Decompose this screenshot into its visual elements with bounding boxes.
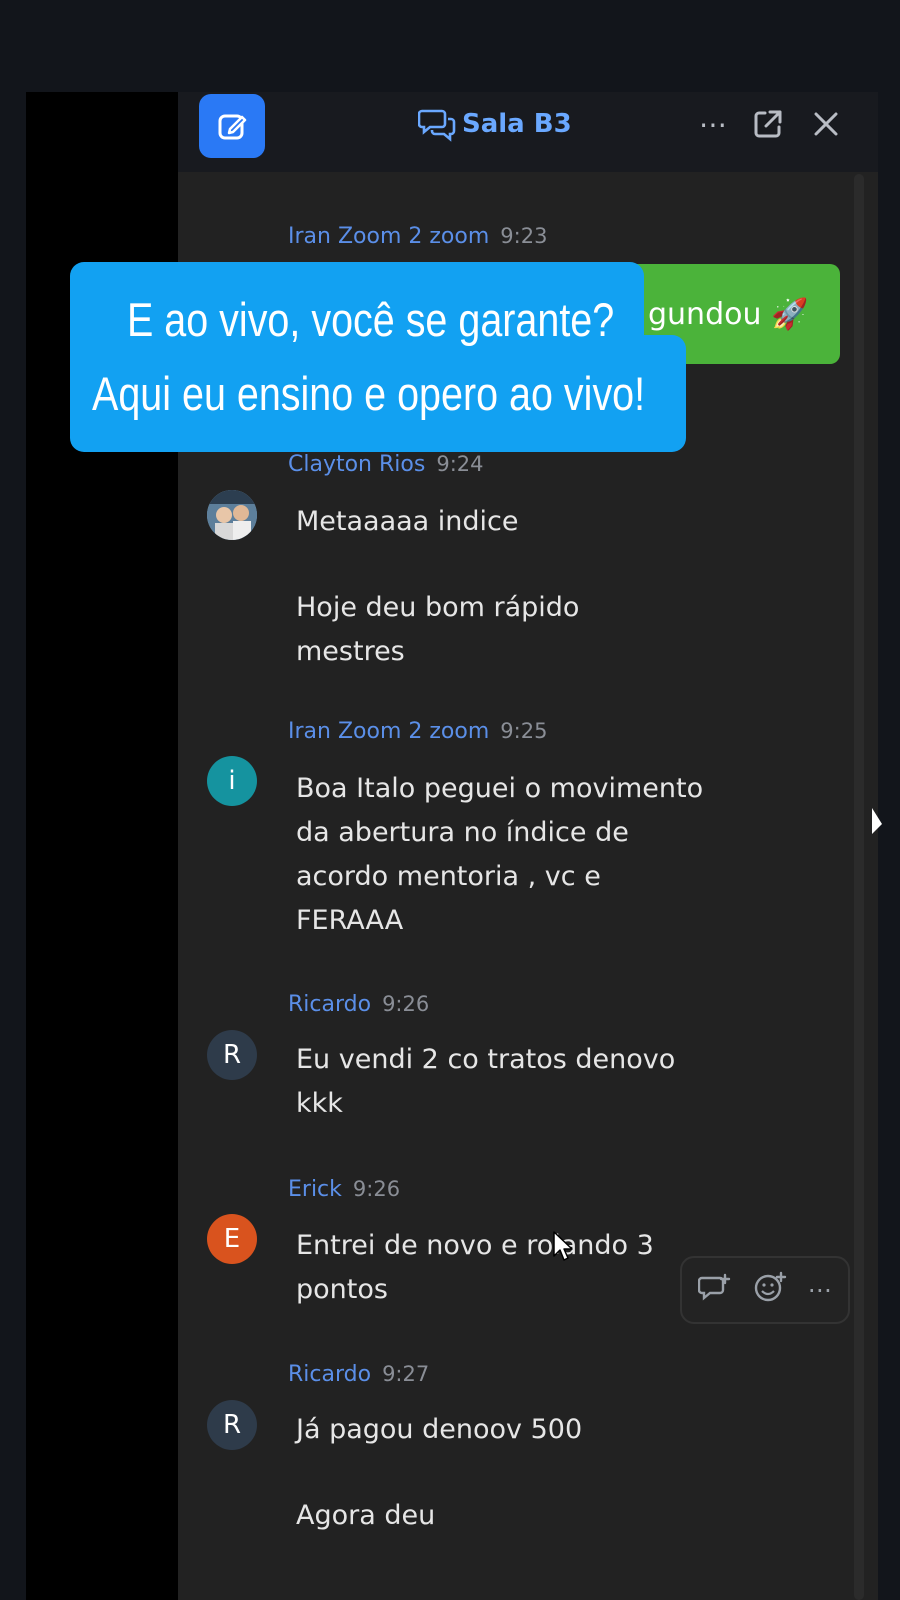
message-text: Hoje deu bom rápido mestres xyxy=(296,592,580,667)
avatar[interactable] xyxy=(207,490,257,540)
sender-name[interactable]: Ricardo xyxy=(288,1362,371,1387)
sender-name[interactable]: Iran Zoom 2 zoom xyxy=(288,719,489,744)
more-button[interactable]: ⋯ xyxy=(693,106,733,142)
message-header: Iran Zoom 2 zoom 9:25 xyxy=(288,719,547,744)
message-time: 9:26 xyxy=(382,992,430,1016)
sender-name[interactable]: Erick xyxy=(288,1177,342,1202)
add-reaction-icon[interactable] xyxy=(753,1271,787,1309)
overlay-caption-line: Aqui eu ensino e opero ao vivo! xyxy=(92,367,646,420)
compose-button[interactable] xyxy=(199,94,265,158)
message-time: 9:27 xyxy=(382,1362,430,1386)
message-text: Agora deu xyxy=(296,1500,436,1531)
title-bar: Sala B3 ⋯ xyxy=(178,92,878,172)
sender-name[interactable]: Iran Zoom 2 zoom xyxy=(288,224,489,249)
message-time: 9:26 xyxy=(352,1177,401,1201)
more-icon: ⋯ xyxy=(699,107,727,141)
popout-icon xyxy=(754,110,782,138)
message-time: 9:23 xyxy=(500,224,548,248)
message-text: Metaaaaa indice xyxy=(296,506,519,537)
chat-bubbles-icon xyxy=(418,109,456,142)
sender-name[interactable]: Clayton Rios xyxy=(288,452,425,477)
avatar[interactable]: R xyxy=(207,1030,257,1080)
avatar-photo-icon xyxy=(207,490,257,540)
chat-title-text: Sala B3 xyxy=(462,109,572,139)
message-time: 9:24 xyxy=(436,452,484,476)
edge-cursor-icon xyxy=(870,806,884,840)
close-button[interactable] xyxy=(806,106,846,142)
message-header: Erick 9:26 xyxy=(288,1177,400,1202)
popout-button[interactable] xyxy=(748,106,788,142)
message-text: Eu vendi 2 co tratos denovo kkk xyxy=(296,1044,676,1119)
compose-icon xyxy=(218,114,247,140)
message-header: Ricardo 9:26 xyxy=(288,992,429,1017)
message-header: Clayton Rios 9:24 xyxy=(288,452,484,477)
avatar[interactable]: E xyxy=(207,1214,257,1264)
message-hover-actions: ⋯ xyxy=(680,1256,850,1324)
message-text: Já pagou denoov 500 xyxy=(296,1414,583,1445)
message-header: Iran Zoom 2 zoom 9:23 xyxy=(288,224,547,249)
more-options-icon[interactable]: ⋯ xyxy=(808,1276,832,1304)
overlay-caption-line: E ao vivo, você se garante? xyxy=(127,293,615,346)
avatar[interactable]: R xyxy=(207,1400,257,1450)
scrollbar[interactable] xyxy=(854,174,864,1600)
close-icon xyxy=(814,112,838,136)
chat-title: Sala B3 xyxy=(418,104,572,144)
message-header: Ricardo 9:27 xyxy=(288,1362,429,1387)
sender-name[interactable]: Ricardo xyxy=(288,992,371,1017)
reply-in-thread-icon[interactable] xyxy=(698,1272,732,1308)
message-text: Boa Italo peguei o movimento da abertura… xyxy=(296,773,704,936)
message-text: Entrei de novo e rolando 3 xyxy=(296,1230,654,1261)
message-time: 9:25 xyxy=(500,719,548,743)
avatar[interactable]: i xyxy=(207,756,257,806)
message-text: pontos xyxy=(296,1274,388,1305)
